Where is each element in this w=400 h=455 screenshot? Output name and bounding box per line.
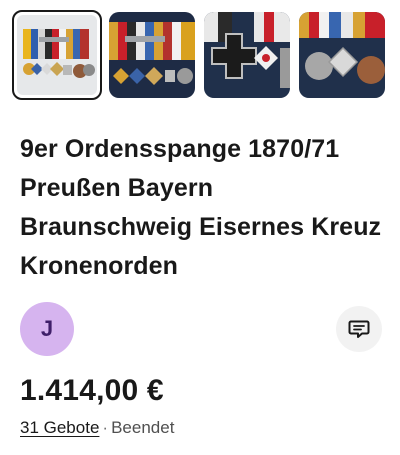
message-seller-button[interactable] [336, 306, 382, 352]
medal-bar-photo [17, 15, 97, 95]
seller-avatar[interactable]: J [20, 302, 74, 356]
thumbnail-3[interactable] [204, 12, 290, 98]
bids-link[interactable]: 31 Gebote [20, 418, 99, 437]
thumbnail-2[interactable] [109, 12, 195, 98]
seller-row: J [20, 302, 382, 358]
meta-separator: · [102, 418, 109, 437]
thumbnail-1[interactable] [12, 10, 102, 100]
medal-bar-angled-photo [109, 12, 195, 98]
image-gallery-thumbnails [0, 0, 400, 110]
listing-status: Beendet [111, 418, 175, 437]
iron-cross-closeup-photo [204, 12, 290, 98]
thumbnail-4[interactable] [299, 12, 385, 98]
listing-meta: 31 Gebote · Beendet [20, 418, 174, 438]
listing-title: 9er Ordensspange 1870/71 Preußen Bayern … [20, 135, 382, 280]
medals-detail-photo [299, 12, 385, 98]
listing-price: 1.414,00 € [20, 374, 164, 407]
chat-bubble-icon [348, 320, 370, 338]
